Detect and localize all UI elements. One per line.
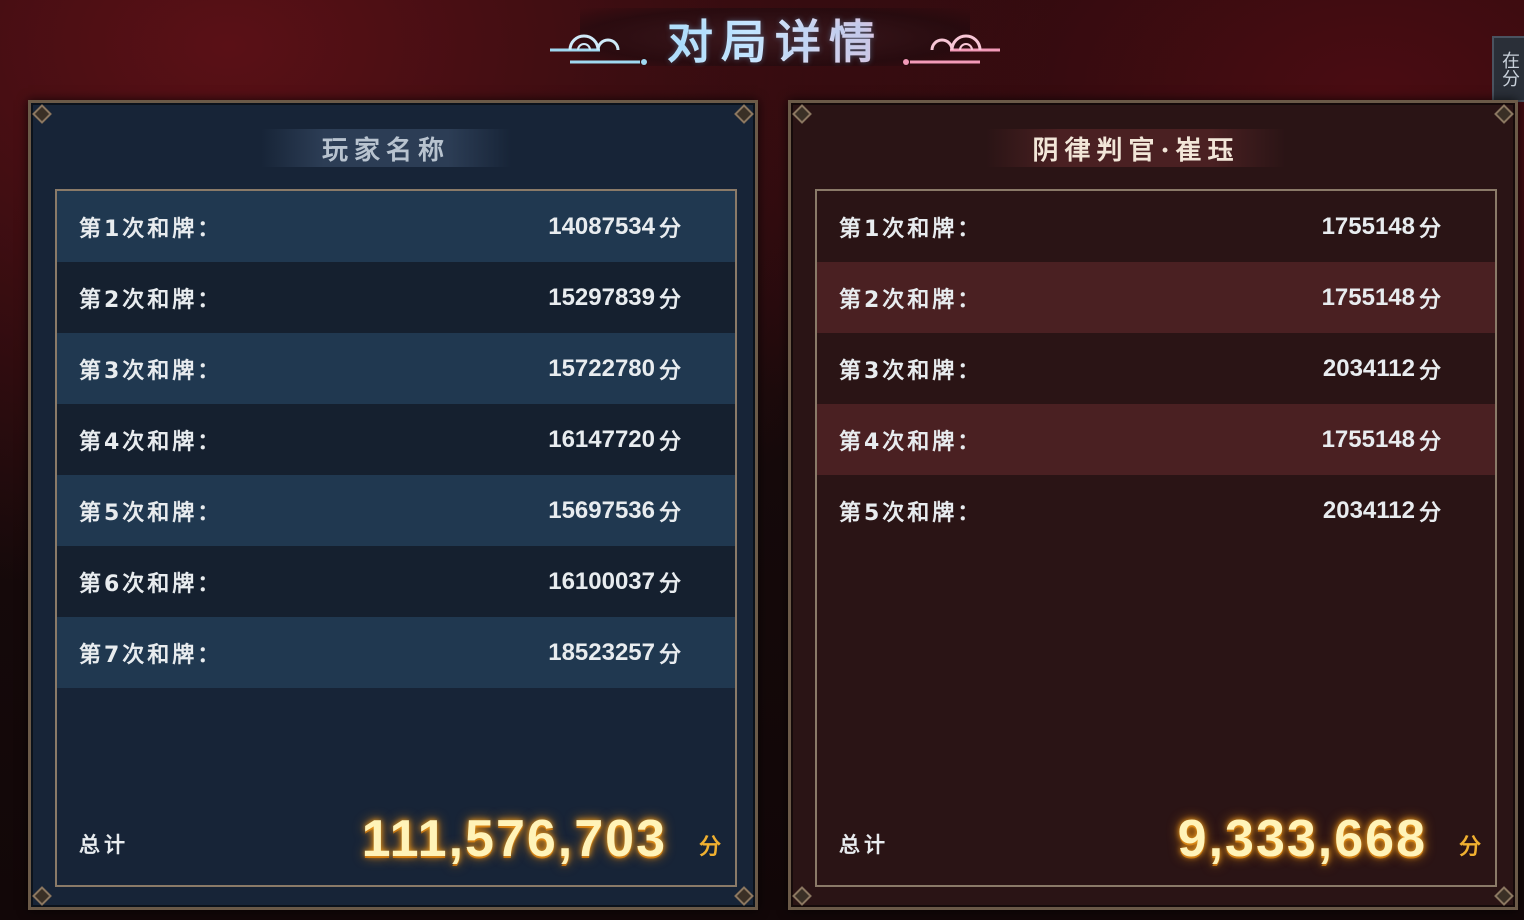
round-label: 第6次和牌： (79, 571, 223, 597)
round-score: 18523257 (548, 638, 655, 666)
corner-ornament-icon (792, 886, 812, 906)
round-label: 第5次和牌： (839, 500, 983, 526)
round-score: 2034112 (1322, 496, 1415, 524)
score-row: 第1次和牌： 14087534 分 (57, 191, 735, 262)
score-unit: 分 (1418, 500, 1441, 526)
score-row: 第5次和牌： 15697536 分 (57, 475, 735, 546)
corner-ornament-icon (32, 104, 52, 124)
score-row: 第3次和牌： 2034112 分 (817, 333, 1495, 404)
total-label: 总计 (79, 833, 129, 857)
player-panel-right: 阴律判官·崔珏 第1次和牌： 1755148 分 第2次和牌： 1755148 … (788, 100, 1518, 910)
corner-ornament-icon (792, 104, 812, 124)
score-list: 第1次和牌： 1755148 分 第2次和牌： 1755148 分 第3次和牌：… (815, 189, 1497, 887)
score-row: 第4次和牌： 1755148 分 (817, 404, 1495, 475)
round-label: 第4次和牌： (79, 429, 223, 455)
round-label: 第5次和牌： (79, 500, 223, 526)
title-banner: 对局详情 (540, 0, 1010, 80)
score-row: 第2次和牌： 1755148 分 (817, 262, 1495, 333)
total-label: 总计 (839, 833, 889, 857)
round-score: 1755148 (1321, 212, 1415, 240)
round-label: 第2次和牌： (79, 287, 223, 313)
score-unit: 分 (658, 571, 681, 597)
round-label: 第1次和牌： (839, 216, 983, 242)
corner-ornament-icon (1494, 104, 1514, 124)
score-unit: 分 (1418, 216, 1441, 242)
total-score: 9,333,668 (1177, 810, 1427, 868)
round-score: 15722780 (548, 354, 655, 382)
total-unit: 分 (1458, 835, 1481, 860)
round-score: 15297839 (548, 283, 655, 311)
score-unit: 分 (658, 358, 681, 384)
side-tab[interactable]: 在分 (1492, 36, 1524, 102)
round-label: 第7次和牌： (79, 642, 223, 668)
player-name: 阴律判官·崔珏 (986, 129, 1286, 167)
player-panel-left: 玩家名称 第1次和牌： 14087534 分 第2次和牌： 15297839 分… (28, 100, 758, 910)
total-score: 111,576,703 (361, 810, 667, 868)
score-list: 第1次和牌： 14087534 分 第2次和牌： 15297839 分 第3次和… (55, 189, 737, 887)
score-unit: 分 (1418, 358, 1441, 384)
round-score: 1755148 (1321, 425, 1415, 453)
score-row: 第4次和牌： 16147720 分 (57, 404, 735, 475)
score-unit: 分 (658, 287, 681, 313)
round-label: 第4次和牌： (839, 429, 983, 455)
score-row: 第1次和牌： 1755148 分 (817, 191, 1495, 262)
total-row: 总计 111,576,703 分 (57, 809, 735, 869)
cloud-ornament-right-icon (903, 34, 1000, 65)
round-score: 16147720 (548, 425, 655, 453)
round-score: 2034112 (1322, 354, 1415, 382)
round-score: 14087534 (548, 212, 655, 240)
round-score: 1755148 (1321, 283, 1415, 311)
score-row: 第5次和牌： 2034112 分 (817, 475, 1495, 546)
round-score: 16100037 (548, 567, 655, 595)
total-row: 总计 9,333,668 分 (817, 809, 1495, 869)
score-row: 第3次和牌： 15722780 分 (57, 333, 735, 404)
score-unit: 分 (1418, 287, 1441, 313)
corner-ornament-icon (32, 886, 52, 906)
score-row: 第2次和牌： 15297839 分 (57, 262, 735, 333)
round-label: 第3次和牌： (79, 358, 223, 384)
score-unit: 分 (1418, 429, 1441, 455)
score-row: 第7次和牌： 18523257 分 (57, 617, 735, 688)
round-score: 15697536 (548, 496, 655, 524)
player-name: 玩家名称 (261, 129, 511, 167)
score-unit: 分 (658, 216, 681, 242)
round-label: 第3次和牌： (839, 358, 983, 384)
score-unit: 分 (658, 642, 681, 668)
total-unit: 分 (698, 835, 721, 860)
score-unit: 分 (658, 429, 681, 455)
corner-ornament-icon (734, 886, 754, 906)
round-label: 第1次和牌： (79, 216, 223, 242)
score-row: 第6次和牌： 16100037 分 (57, 546, 735, 617)
score-unit: 分 (658, 500, 681, 526)
round-label: 第2次和牌： (839, 287, 983, 313)
corner-ornament-icon (734, 104, 754, 124)
corner-ornament-icon (1494, 886, 1514, 906)
